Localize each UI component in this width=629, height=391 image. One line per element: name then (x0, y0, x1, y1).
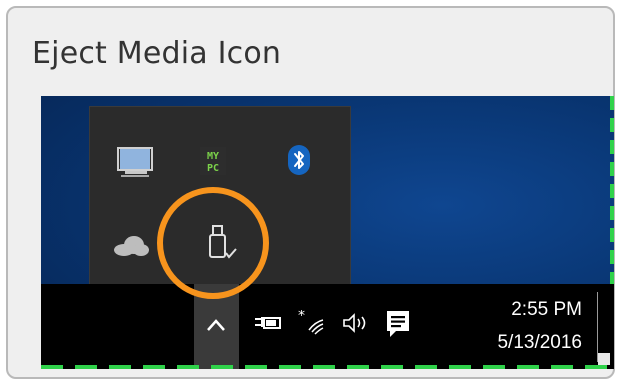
volume-icon[interactable] (341, 312, 371, 334)
onedrive-cloud-icon[interactable] (112, 235, 150, 257)
highlight-circle (157, 187, 269, 299)
wifi-icon[interactable]: * (297, 310, 329, 336)
show-desktop-corner[interactable] (598, 353, 610, 365)
bluetooth-icon[interactable] (288, 145, 310, 175)
taskbar: * 2:55 PM 5/13/2016 (41, 284, 614, 369)
laptop-icon[interactable] (117, 147, 153, 179)
dashed-border-bottom (41, 365, 614, 369)
svg-text:*: * (298, 310, 305, 324)
clock-date[interactable]: 5/13/2016 (497, 332, 582, 354)
bluetooth-glyph-icon (294, 151, 304, 169)
mypc-icon-line1: MY (207, 151, 219, 162)
show-desktop-divider[interactable] (597, 292, 598, 362)
mypc-icon[interactable]: MY PC (200, 147, 226, 175)
figure-title: Eject Media Icon (32, 36, 282, 71)
battery-power-icon[interactable] (253, 314, 283, 334)
action-center-icon[interactable] (384, 308, 412, 340)
clock-time[interactable]: 2:55 PM (511, 299, 582, 321)
desktop-screenshot: MY PC * 2:55 PM 5/13/2016 (41, 96, 614, 369)
mypc-icon-line2: PC (207, 163, 219, 174)
